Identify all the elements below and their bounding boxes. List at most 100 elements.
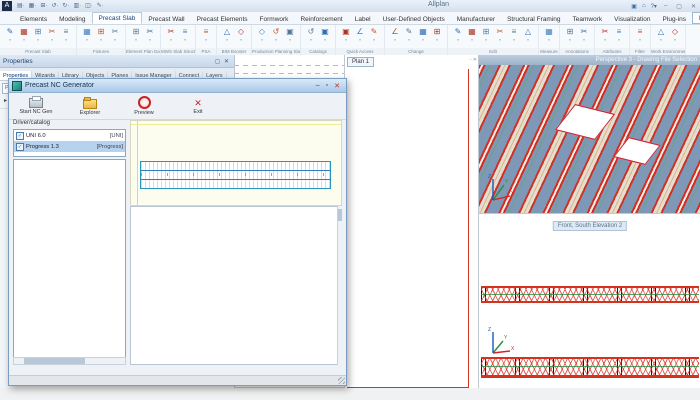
ribbon-tool-icon[interactable]: ⊞▾ [130, 26, 143, 45]
ribbon-tool-icon[interactable]: ∠▾ [389, 26, 402, 45]
xml-scrollbar[interactable] [337, 206, 342, 365]
ribbon-tool-icon[interactable]: ✂▾ [165, 26, 178, 45]
layout-icon[interactable]: ◫· [85, 1, 93, 12]
ribbon-tool-icon[interactable]: ✂▾ [109, 26, 122, 45]
allplan-connect-icon[interactable]: ▣ [631, 3, 637, 10]
ribbon-tool-icon[interactable]: ✎▾ [4, 26, 17, 45]
minimize-button[interactable]: – [662, 3, 669, 9]
ribbon-tool-icon[interactable]: ◇▾ [235, 26, 248, 45]
dialog-close-button[interactable]: ✕ [331, 82, 343, 90]
ribbon-tab-plug-ins[interactable]: Plug-ins [657, 14, 692, 24]
ribbon-tab-manufacturer[interactable]: Manufacturer [451, 14, 501, 24]
ribbon-tool-icon[interactable]: ⊞▾ [95, 26, 108, 45]
dialog-title-bar[interactable]: Precast NC Generator – ▫ ✕ [9, 79, 346, 93]
ribbon-tab-precast-slab[interactable]: Precast Slab [92, 12, 143, 24]
ribbon-tool-icon[interactable]: ✂▾ [144, 26, 157, 45]
tools-icon[interactable]: ✎· [97, 1, 104, 12]
ribbon-tool-icon[interactable]: ▦▾ [466, 26, 479, 45]
scrollbar-thumb[interactable] [338, 209, 342, 221]
redo-icon[interactable]: ↻· [62, 1, 69, 12]
menu-icon[interactable]: ▤· [17, 1, 25, 12]
ribbon-tool-icon[interactable]: ≡▾ [613, 26, 626, 45]
ribbon-tool-icon[interactable]: ◇▾ [256, 26, 269, 45]
ribbon-tool-icon[interactable]: ✎▾ [452, 26, 465, 45]
elevation-view-label[interactable]: Front, South Elevation 2 [553, 221, 627, 231]
ribbon-tab-formwork[interactable]: Formwork [254, 14, 295, 24]
start-nc-gen-button[interactable]: Start NC Gen [11, 94, 61, 118]
isometric-canvas[interactable]: X Y Z [479, 65, 700, 213]
ribbon-tool-icon[interactable]: △▾ [522, 26, 535, 45]
ribbon-tool-icon[interactable]: ▣▾ [340, 26, 353, 45]
chevron-down-icon: ▾ [604, 38, 606, 42]
print-icon[interactable]: ⊞· [40, 1, 47, 12]
ribbon-tab-reinforcement[interactable]: Reinforcement [294, 14, 348, 24]
ribbon-tool-icon[interactable]: ∠▾ [354, 26, 367, 45]
plan-view-controls[interactable]: ▫ ✕ [470, 57, 477, 63]
ribbon-tab-structural-framing[interactable]: Structural Framing [501, 14, 566, 24]
ribbon-tool-icon[interactable]: ✂▾ [494, 26, 507, 45]
help-icon[interactable]: ?▾ [651, 3, 657, 10]
ribbon-tool-icon[interactable]: ↺▾ [270, 26, 283, 45]
ribbon-tool-icon[interactable]: ✂▾ [599, 26, 612, 45]
close-button[interactable]: ✕ [689, 3, 698, 10]
ribbon-tool-icon[interactable]: ▣▾ [319, 26, 332, 45]
ribbon-tool-icon[interactable]: ✎▾ [403, 26, 416, 45]
ribbon-tool-icon[interactable]: ▦▾ [543, 26, 556, 45]
maximize-button[interactable]: ▢ [674, 3, 684, 10]
pin-icon[interactable]: ◻ [213, 58, 222, 65]
ribbon-tool-icon[interactable]: ⊞▾ [564, 26, 577, 45]
ribbon-tool-icon[interactable]: ≡▾ [60, 26, 73, 45]
dialog-minimize-button[interactable]: – [313, 82, 323, 89]
app-menu-button[interactable]: A [2, 1, 12, 11]
save-icon[interactable]: ▦· [29, 1, 37, 12]
pxml-text-view[interactable] [130, 206, 342, 365]
tree-horizontal-scrollbar[interactable] [13, 357, 126, 365]
ribbon-tool-icon[interactable]: ≡▾ [179, 26, 192, 45]
ribbon-tool-icon[interactable]: ↺▾ [305, 26, 318, 45]
plan-view-tab[interactable]: Plan 1 [347, 57, 374, 67]
close-icon[interactable]: ✕ [222, 58, 231, 65]
ribbon-tool-icon[interactable]: ⊞▾ [431, 26, 444, 45]
ribbon-tab-label[interactable]: Label [349, 14, 377, 24]
ribbon-tool-icon[interactable]: ▦▾ [417, 26, 430, 45]
ribbon-tool-icon[interactable]: ⊞▾ [32, 26, 45, 45]
explorer-button[interactable]: Explorer [65, 94, 115, 118]
ribbon-tool-icon[interactable]: ✎▾ [368, 26, 381, 45]
ribbon-tool-icon[interactable]: ▦▾ [81, 26, 94, 45]
resize-grip[interactable] [338, 377, 345, 384]
ribbon-tool-icon[interactable]: ≡▾ [634, 26, 647, 45]
elevation-view[interactable]: Front, South Elevation 2 X Y Z [478, 213, 700, 388]
ribbon-tab-layout-editor[interactable]: Layout Editor [692, 12, 700, 24]
ribbon-tool-icon[interactable]: ▦▾ [18, 26, 31, 45]
ribbon-tool-icon[interactable]: ≡▾ [508, 26, 521, 45]
driver-row[interactable]: ✓UNI 6.0[UNI] [14, 130, 125, 141]
ribbon-tab-precast-wall[interactable]: Precast Wall [142, 14, 190, 24]
ribbon-tool-icon[interactable]: ▣▾ [284, 26, 297, 45]
plan-view[interactable]: Plan 1 ▫ ✕ [344, 55, 479, 388]
dialog-maximize-button[interactable]: ▫ [323, 82, 331, 89]
ribbon-tool-icon[interactable]: ✂▾ [578, 26, 591, 45]
scrollbar-thumb[interactable] [24, 358, 85, 364]
ribbon-tab-precast-elements[interactable]: Precast Elements [191, 14, 254, 24]
checkbox[interactable]: ✓ [16, 143, 24, 151]
driver-row[interactable]: ✓Progress 1.3[Progress] [14, 141, 125, 152]
ribbon-tab-teamwork[interactable]: Teamwork [567, 14, 609, 24]
checkbox[interactable]: ✓ [16, 132, 24, 140]
shop-icon[interactable]: ⌂ [642, 3, 646, 9]
ribbon-tab-elements[interactable]: Elements [14, 14, 53, 24]
undo-icon[interactable]: ↺· [51, 1, 58, 12]
ribbon-tool-icon[interactable]: ⊞▾ [480, 26, 493, 45]
ribbon-tab-user-defined-objects[interactable]: User-Defined Objects [377, 14, 451, 24]
ribbon-tool-icon[interactable]: ✂▾ [46, 26, 59, 45]
ribbon-tool-icon[interactable]: △▾ [221, 26, 234, 45]
ribbon-tool-icon[interactable]: △▾ [655, 26, 668, 45]
exit-button[interactable]: ✕Exit [173, 94, 223, 118]
preview-button[interactable]: Preview [119, 94, 169, 118]
ribbon-tab-visualization[interactable]: Visualization [608, 14, 656, 24]
ribbon-tab-modeling[interactable]: Modeling [53, 14, 91, 24]
ribbon-tool-icon[interactable]: ≡▾ [200, 26, 213, 45]
isometric-view-title[interactable]: Perspective 3 - Drawing File Selection [479, 55, 700, 65]
isometric-view[interactable]: Perspective 3 - Drawing File Selection X… [478, 55, 700, 213]
ribbon-tool-icon[interactable]: ◇▾ [669, 26, 682, 45]
grid-icon[interactable]: ▥· [73, 1, 81, 12]
